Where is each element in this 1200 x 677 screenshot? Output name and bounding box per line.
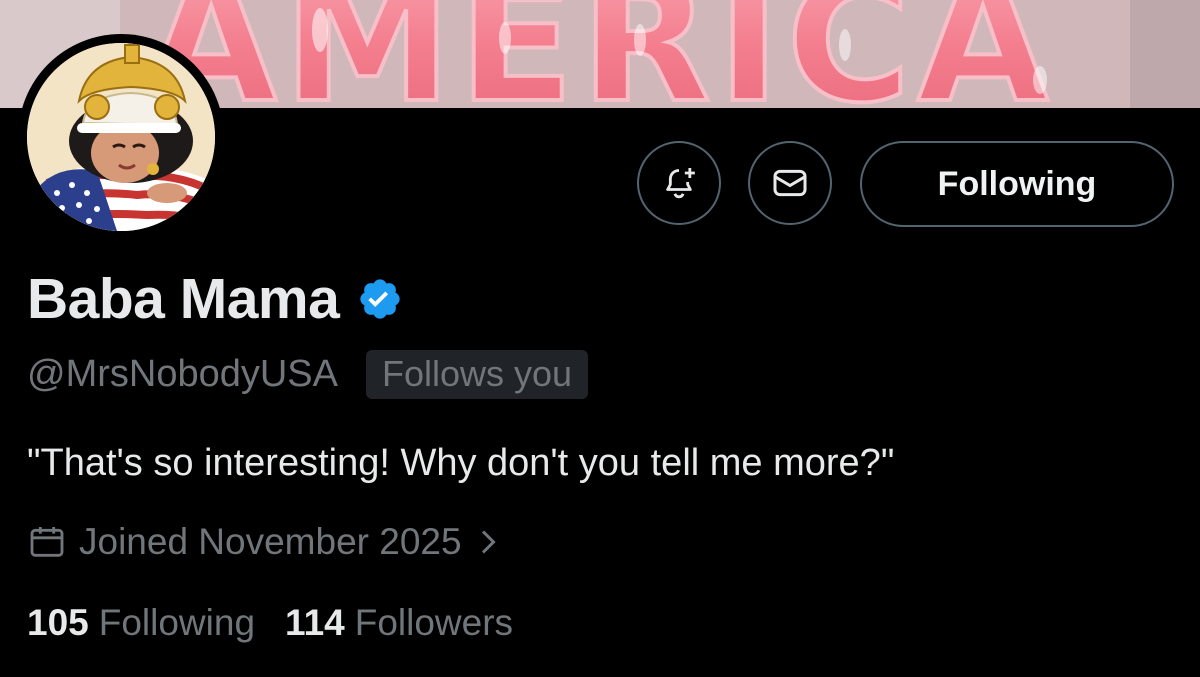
notify-button[interactable]: [637, 141, 721, 225]
chevron-right-icon: [481, 530, 496, 554]
avatar[interactable]: [18, 34, 224, 240]
user-handle: @MrsNobodyUSA: [27, 352, 338, 395]
avatar-image: [27, 43, 215, 231]
verified-badge-icon[interactable]: [357, 276, 403, 322]
handle-row: @MrsNobodyUSA Follows you: [27, 348, 589, 400]
profile-bio: "That's so interesting! Why don't you te…: [27, 442, 895, 484]
follows-you-badge: Follows you: [366, 349, 589, 399]
following-label: Following: [98, 602, 256, 643]
joined-date-row[interactable]: Joined November 2025: [27, 518, 500, 566]
followers-stat[interactable]: 114 Followers: [285, 602, 513, 644]
following-button[interactable]: Following: [860, 141, 1174, 227]
banner-text: AMERICA: [145, 0, 1054, 108]
following-count: 105: [27, 602, 89, 643]
envelope-icon: [773, 169, 807, 197]
display-name: Baba Mama: [27, 267, 340, 331]
profile-page: AMERICA Following Baba Mama @MrsNobodyUS…: [0, 0, 1200, 677]
message-button[interactable]: [748, 141, 832, 225]
follow-stats: 105 Following 114 Followers: [27, 598, 513, 648]
joined-date: Joined November 2025: [79, 521, 462, 562]
followers-count: 114: [285, 602, 345, 643]
bell-plus-icon: [666, 168, 695, 199]
name-row: Baba Mama: [27, 264, 403, 334]
followers-label: Followers: [354, 602, 514, 643]
calendar-icon: [30, 527, 64, 557]
following-stat[interactable]: 105 Following: [27, 602, 255, 644]
